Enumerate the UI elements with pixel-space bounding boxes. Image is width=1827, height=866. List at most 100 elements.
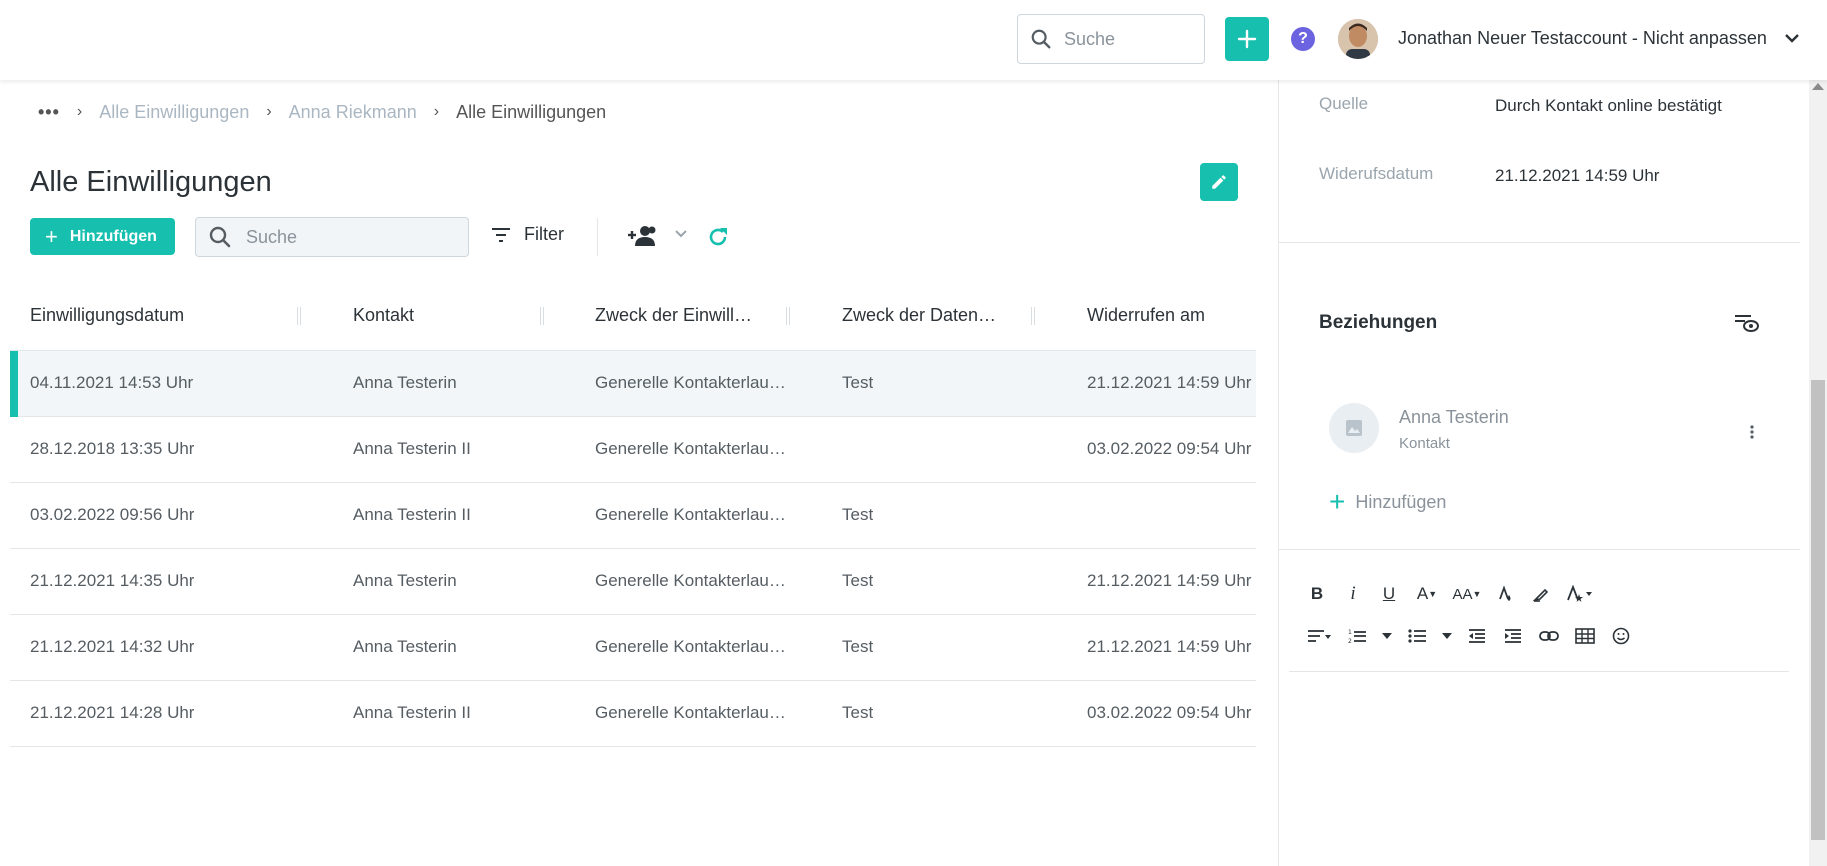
table-row[interactable]: 21.12.2021 14:35 Uhr Anna Testerin Gener… bbox=[10, 549, 1256, 615]
font-size-icon[interactable]: A ▼ bbox=[1407, 580, 1447, 608]
table-row[interactable]: 03.02.2022 09:56 Uhr Anna Testerin II Ge… bbox=[10, 483, 1256, 549]
chevron-down-icon[interactable] bbox=[1375, 622, 1399, 650]
more-vert-icon[interactable] bbox=[1749, 424, 1755, 440]
column-header[interactable]: Zweck der Einwill… bbox=[595, 305, 752, 326]
numbered-list-icon[interactable]: 12 bbox=[1339, 622, 1375, 650]
table-header: Einwilligungsdatum Kontakt Zweck der Ein… bbox=[10, 285, 1256, 351]
table-icon[interactable] bbox=[1567, 622, 1603, 650]
relation-type: Kontakt bbox=[1399, 435, 1450, 452]
column-header[interactable]: Widerrufen am bbox=[1087, 305, 1205, 326]
link-icon[interactable] bbox=[1531, 622, 1567, 650]
add-button[interactable]: + Hinzufügen bbox=[30, 218, 175, 255]
svg-text:1: 1 bbox=[1348, 629, 1352, 636]
chevron-down-icon[interactable] bbox=[1784, 32, 1800, 44]
help-icon[interactable]: ? bbox=[1291, 27, 1315, 51]
pencil-icon bbox=[1212, 175, 1226, 189]
revoke-date-value: 21.12.2021 14:59 Uhr bbox=[1495, 166, 1660, 185]
cell-date: 21.12.2021 14:28 Uhr bbox=[30, 703, 195, 722]
filter-icon bbox=[492, 227, 510, 242]
search-icon bbox=[1031, 29, 1051, 49]
breadcrumb-link[interactable]: Anna Riekmann bbox=[289, 102, 417, 123]
column-header[interactable]: Einwilligungsdatum bbox=[30, 305, 184, 326]
cell-contact: Anna Testerin bbox=[353, 637, 457, 656]
column-resize-handle[interactable] bbox=[1031, 307, 1035, 325]
breadcrumb: ••• › Alle Einwilligungen › Anna Riekman… bbox=[38, 100, 606, 124]
list-search-input[interactable]: Suche bbox=[195, 217, 469, 257]
cell-date: 28.12.2018 13:35 Uhr bbox=[30, 439, 195, 458]
scroll-up-icon[interactable] bbox=[1812, 83, 1824, 90]
refresh-icon[interactable] bbox=[706, 225, 730, 249]
outdent-icon[interactable] bbox=[1459, 622, 1495, 650]
cell-date: 03.02.2022 09:56 Uhr bbox=[30, 505, 195, 524]
cell-date: 04.11.2021 14:53 Uhr bbox=[30, 373, 194, 392]
section-divider bbox=[1279, 549, 1800, 550]
global-search-input[interactable]: Suche bbox=[1017, 14, 1205, 64]
filter-button[interactable]: Filter bbox=[490, 224, 564, 245]
top-bar: Suche ? Jonathan Neuer Testaccount - Nic… bbox=[0, 0, 1827, 80]
image-placeholder-icon bbox=[1329, 403, 1379, 453]
table-row[interactable]: 21.12.2021 14:28 Uhr Anna Testerin II Ge… bbox=[10, 681, 1256, 747]
text-color-icon[interactable] bbox=[1487, 580, 1523, 608]
column-header[interactable]: Zweck der Daten… bbox=[842, 305, 996, 326]
cell-purpose: Generelle Kontakterlau… bbox=[595, 637, 786, 656]
search-icon bbox=[209, 226, 231, 248]
breadcrumb-link[interactable]: Alle Einwilligungen bbox=[99, 102, 249, 123]
relation-name[interactable]: Anna Testerin bbox=[1399, 407, 1509, 428]
chevron-right-icon: › bbox=[266, 103, 272, 120]
text-transform-icon[interactable]: AA ▼ bbox=[1447, 580, 1487, 608]
source-value: Durch Kontakt online bestätigt bbox=[1495, 96, 1722, 115]
column-header[interactable]: Kontakt bbox=[353, 305, 414, 326]
table-row[interactable]: 04.11.2021 14:53 Uhr Anna Testerin Gener… bbox=[10, 351, 1256, 417]
align-icon[interactable] bbox=[1299, 622, 1339, 650]
table-row[interactable]: 21.12.2021 14:32 Uhr Anna Testerin Gener… bbox=[10, 615, 1256, 681]
text-style-icon[interactable] bbox=[1559, 580, 1599, 608]
consents-table: Einwilligungsdatum Kontakt Zweck der Ein… bbox=[10, 285, 1256, 747]
editor-toolbar-row: B i U A ▼ AA ▼ bbox=[1299, 580, 1799, 608]
cell-date: 21.12.2021 14:32 Uhr bbox=[30, 637, 195, 656]
bold-icon[interactable]: B bbox=[1299, 580, 1335, 608]
column-resize-handle[interactable] bbox=[786, 307, 790, 325]
editor-divider bbox=[1289, 671, 1789, 672]
chevron-down-icon[interactable] bbox=[1435, 622, 1459, 650]
chevron-down-icon[interactable] bbox=[674, 229, 688, 239]
user-name[interactable]: Jonathan Neuer Testaccount - Nicht anpas… bbox=[1398, 28, 1767, 49]
add-button-label: Hinzufügen bbox=[69, 227, 157, 245]
scrollbar-thumb[interactable] bbox=[1811, 380, 1825, 840]
relations-title: Beziehungen bbox=[1319, 312, 1438, 333]
section-divider bbox=[1279, 242, 1800, 243]
cell-revoked: 21.12.2021 14:59 Uhr bbox=[1087, 571, 1252, 590]
indent-icon[interactable] bbox=[1495, 622, 1531, 650]
bullet-list-icon[interactable] bbox=[1399, 622, 1435, 650]
global-search-placeholder: Suche bbox=[1064, 28, 1116, 49]
add-relation-button[interactable]: + Hinzufügen bbox=[1329, 488, 1446, 516]
column-resize-handle[interactable] bbox=[540, 307, 544, 325]
font-size-glyph: A bbox=[1416, 584, 1429, 603]
cell-purpose: Generelle Kontakterlau… bbox=[595, 505, 786, 524]
revoke-date-label: Widerufsdatum bbox=[1319, 164, 1434, 183]
cell-revoked: 21.12.2021 14:59 Uhr bbox=[1087, 373, 1252, 392]
edit-button[interactable] bbox=[1200, 163, 1238, 201]
emoji-icon[interactable] bbox=[1603, 622, 1639, 650]
cell-contact: Anna Testerin II bbox=[353, 703, 471, 722]
cell-data-purpose: Test bbox=[842, 703, 874, 722]
list-search-placeholder: Suche bbox=[246, 226, 298, 247]
source-label: Quelle bbox=[1319, 94, 1369, 113]
global-add-button[interactable] bbox=[1225, 17, 1269, 61]
user-avatar[interactable] bbox=[1338, 19, 1378, 59]
italic-icon[interactable]: i bbox=[1335, 580, 1371, 608]
chevron-right-icon: › bbox=[76, 103, 83, 120]
page-title: Alle Einwilligungen bbox=[30, 166, 272, 198]
chevron-right-icon: › bbox=[433, 103, 440, 120]
cell-date: 21.12.2021 14:35 Uhr bbox=[30, 571, 195, 590]
underline-icon[interactable]: U bbox=[1371, 580, 1407, 608]
visibility-filter-icon[interactable] bbox=[1733, 312, 1759, 334]
table-row[interactable]: 28.12.2018 13:35 Uhr Anna Testerin II Ge… bbox=[10, 417, 1256, 483]
highlight-icon[interactable] bbox=[1523, 580, 1559, 608]
breadcrumb-more-icon[interactable]: ••• bbox=[38, 102, 60, 123]
column-resize-handle[interactable] bbox=[297, 307, 301, 325]
cell-data-purpose: Test bbox=[842, 637, 874, 656]
cell-purpose: Generelle Kontakterlau… bbox=[595, 373, 786, 392]
cell-contact: Anna Testerin II bbox=[353, 439, 471, 458]
cell-data-purpose: Test bbox=[842, 373, 874, 392]
group-add-icon[interactable] bbox=[626, 224, 658, 248]
